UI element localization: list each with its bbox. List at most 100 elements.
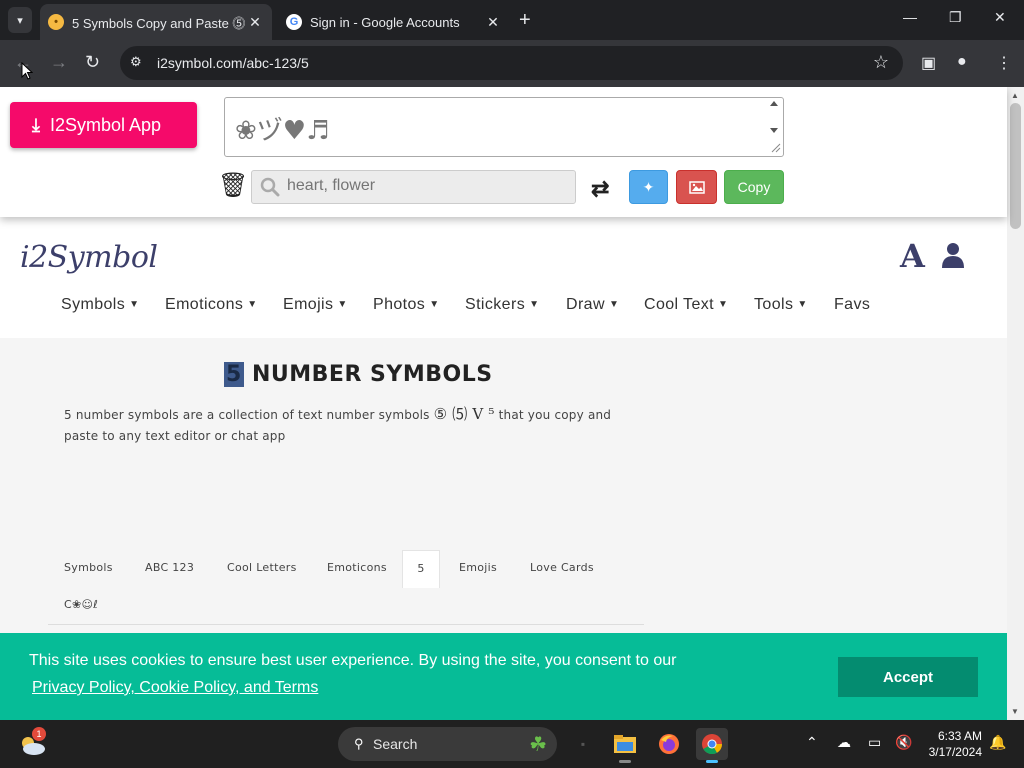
nav-label: Cool Text [644, 296, 715, 313]
browser-tab-google[interactable]: G Sign in - Google Accounts ✕ [278, 4, 510, 40]
nav-label: Stickers [465, 296, 526, 313]
tab-search-button[interactable]: ▾ [8, 7, 32, 33]
copy-label: Copy [737, 179, 771, 195]
nav-label: Symbols [61, 296, 126, 313]
nav-tools[interactable]: Tools ▼ [754, 296, 808, 314]
tray-chevron-up-icon[interactable]: ⌃ [806, 734, 818, 751]
copy-button[interactable]: Copy [724, 170, 784, 204]
browser-tab-active[interactable]: • 5 Symbols Copy and Paste ⓹ ⑸ ✕ [40, 4, 272, 40]
clover-icon: ☘ [529, 734, 547, 756]
onedrive-icon[interactable]: ☁ [837, 734, 851, 751]
tab-emojis[interactable]: Emojis [459, 561, 497, 574]
scroll-down-icon[interactable]: ▼ [1011, 707, 1019, 716]
nav-stickers[interactable]: Stickers ▼ [465, 296, 539, 314]
site-info-icon[interactable]: ⚙ [130, 54, 146, 70]
nav-label: Tools [754, 296, 794, 313]
tab-abc-123[interactable]: ABC 123 [145, 561, 194, 574]
nav-label: Favs [834, 296, 871, 313]
twitter-share-button[interactable]: ✦ [629, 170, 668, 204]
caret-down-icon: ▼ [129, 299, 140, 310]
tab-love-cards[interactable]: Love Cards [530, 561, 594, 574]
image-button[interactable] [676, 170, 717, 204]
nav-photos[interactable]: Photos ▼ [373, 296, 440, 314]
caret-down-icon: ▼ [797, 299, 808, 310]
caret-down-icon: ▼ [337, 299, 348, 310]
bookmark-star-icon[interactable]: ☆ [873, 52, 889, 73]
search-icon [260, 177, 280, 197]
tab-cool-letters[interactable]: Cool Letters [227, 561, 297, 574]
site-logo[interactable]: i2Symbol [20, 240, 158, 275]
forward-icon[interactable]: → [50, 52, 68, 73]
notification-bell-icon[interactable]: 🔔 [989, 734, 1006, 751]
description-text: 5 number symbols are a collection of tex… [64, 408, 430, 422]
close-window-icon[interactable]: ✕ [994, 9, 1006, 26]
task-view-icon[interactable]: ▪ [567, 728, 599, 760]
description-symbols[interactable]: ⑤ ⑸ Ⅴ ⁵ [434, 405, 495, 423]
nav-label: Emojis [283, 296, 334, 313]
tab-symbols[interactable]: Symbols [64, 561, 113, 574]
firefox-icon[interactable] [653, 728, 685, 760]
close-tab-icon[interactable]: ✕ [246, 14, 264, 31]
privacy-policy-link[interactable]: Privacy Policy, Cookie Policy, and Terms [32, 679, 318, 697]
windows-taskbar: 1 ⚲ Search ☘ ▪ ⌃ ☁ ▭ 🔇 6:33 AM 3/17/2024… [0, 720, 1024, 768]
tab-cool[interactable]: C❀☺ℓ [64, 598, 98, 611]
category-tabs: Symbols ABC 123 Cool Letters Emoticons 5… [48, 550, 644, 625]
weather-badge: 1 [32, 727, 46, 741]
taskbar-clock[interactable]: 6:33 AM 3/17/2024 [920, 728, 982, 760]
symbol-search[interactable] [251, 170, 576, 204]
title-text: NUMBER SYMBOLS [251, 362, 493, 387]
nav-cool-text[interactable]: Cool Text ▼ [644, 296, 728, 314]
chevron-down-icon: ▾ [17, 14, 23, 27]
textarea-scrollbar[interactable] [767, 100, 781, 154]
profile-icon[interactable]: ● [957, 53, 967, 71]
page-description: 5 number symbols are a collection of tex… [64, 404, 634, 447]
chrome-icon[interactable] [696, 728, 728, 763]
swap-arrows-icon[interactable]: ⇄ [591, 176, 609, 202]
symbol-toolbar: ⤓ I2Symbol App ❀ヅ♥♬ 🗑 ⇄ ✦ [0, 87, 1007, 217]
browser-tab-strip: ▾ • 5 Symbols Copy and Paste ⓹ ⑸ ✕ G Sig… [0, 0, 1024, 40]
tab-emoticons[interactable]: Emoticons [327, 561, 387, 574]
nav-draw[interactable]: Draw ▼ [566, 296, 619, 314]
caret-down-icon: ▼ [608, 299, 620, 310]
browser-toolbar: ← → ↻ ⚙ i2symbol.com/abc-123/5 ☆ ▣ ● ⋮ [0, 40, 1024, 87]
search-icon: ⚲ [354, 736, 364, 751]
accept-cookies-button[interactable]: Accept [838, 657, 978, 697]
caret-down-icon: ▼ [718, 299, 729, 310]
volume-muted-icon[interactable]: 🔇 [895, 734, 912, 751]
nav-emojis[interactable]: Emojis ▼ [283, 296, 348, 314]
trash-icon[interactable]: 🗑 [218, 171, 248, 200]
nav-symbols[interactable]: Symbols ▼ [61, 296, 139, 314]
nav-label: Photos [373, 296, 426, 313]
scroll-up-icon[interactable]: ▲ [1011, 91, 1019, 100]
taskbar-search[interactable]: ⚲ Search ☘ [338, 727, 557, 761]
network-icon[interactable]: ▭ [868, 734, 881, 751]
symbols-textarea[interactable]: ❀ヅ♥♬ [224, 97, 784, 157]
taskbar-search-label: Search [373, 736, 418, 752]
cookie-banner: This site uses cookies to ensure best us… [0, 633, 1007, 720]
font-size-icon[interactable]: A [900, 237, 925, 275]
page-scrollbar[interactable]: ▲ ▼ [1007, 87, 1024, 720]
close-tab-icon[interactable]: ✕ [484, 14, 502, 31]
new-tab-icon[interactable]: + [519, 9, 531, 32]
nav-label: Emoticons [165, 296, 244, 313]
symbols-text[interactable]: ❀ヅ♥♬ [235, 110, 329, 147]
tab-5[interactable]: 5 [402, 550, 440, 588]
search-input[interactable] [287, 177, 567, 195]
reload-icon[interactable]: ↻ [85, 52, 100, 73]
nav-emoticons[interactable]: Emoticons ▼ [165, 296, 258, 314]
nav-favs[interactable]: Favs [834, 296, 870, 314]
file-explorer-icon[interactable] [609, 728, 641, 763]
restore-icon[interactable]: ❐ [949, 9, 962, 26]
mouse-cursor-icon [21, 62, 33, 80]
address-bar[interactable]: ⚙ i2symbol.com/abc-123/5 ☆ [120, 46, 903, 80]
clock-time: 6:33 AM [937, 729, 982, 743]
user-account-icon[interactable] [941, 242, 965, 268]
app-download-button[interactable]: ⤓ I2Symbol App [10, 102, 197, 148]
emoji-favicon-icon: • [48, 14, 64, 30]
menu-kebab-icon[interactable]: ⋮ [996, 53, 1012, 73]
minimize-icon[interactable]: — [903, 9, 917, 25]
url-text[interactable]: i2symbol.com/abc-123/5 [157, 55, 309, 71]
scrollbar-thumb[interactable] [1010, 103, 1021, 229]
side-panel-icon[interactable]: ▣ [921, 53, 936, 73]
clock-date: 3/17/2024 [928, 745, 982, 759]
